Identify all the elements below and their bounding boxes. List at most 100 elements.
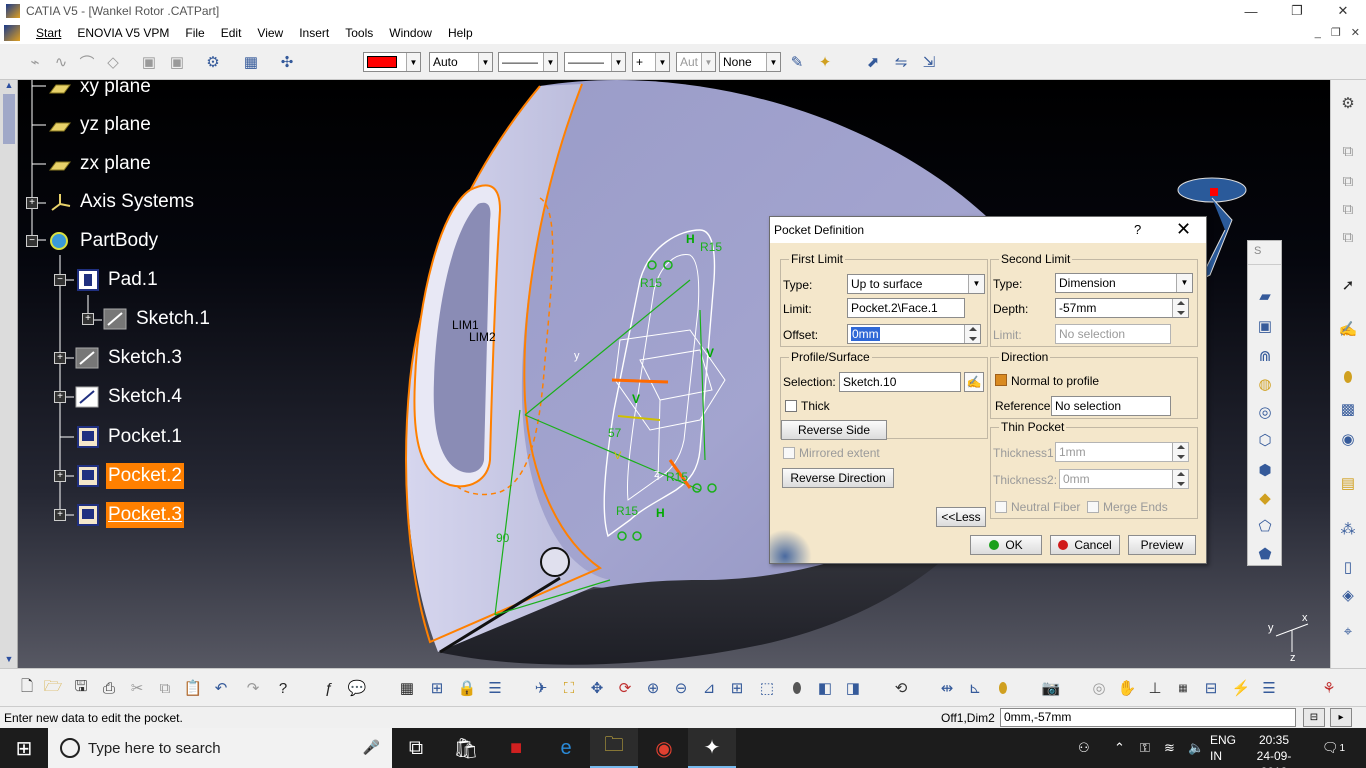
new-file-icon[interactable]: 🗋 bbox=[16, 677, 38, 699]
layer-combo[interactable]: Aut ▼ bbox=[676, 52, 716, 72]
notification-icon[interactable]: 🗨 1 bbox=[1322, 728, 1345, 768]
line-type-combo[interactable]: ——— ▼ bbox=[498, 52, 558, 72]
hierarchy-icon[interactable]: ⊞ bbox=[426, 677, 448, 699]
grid-icon[interactable]: ▦ bbox=[240, 51, 262, 73]
fly-icon[interactable]: ✈ bbox=[530, 677, 552, 699]
second-limit-field[interactable]: No selection bbox=[1055, 324, 1171, 344]
taskbar-search-box[interactable]: Type here to search 🎤 bbox=[48, 728, 392, 768]
formula-icon[interactable]: ƒ bbox=[318, 677, 340, 699]
tree-item-sketch-4[interactable]: Sketch.4 bbox=[74, 382, 184, 412]
tray-chevron-up-icon[interactable]: ⌃ bbox=[1114, 728, 1125, 768]
pan-icon[interactable]: ✥ bbox=[586, 677, 608, 699]
save-icon[interactable]: 🖫 bbox=[70, 677, 92, 699]
cube-grey-icon[interactable]: ▣ bbox=[138, 51, 160, 73]
shaft-tool-icon[interactable]: ⋒ bbox=[1254, 345, 1276, 367]
iso-view-icon[interactable]: ⬚ bbox=[756, 677, 778, 699]
task-view-icon[interactable]: ⧉ bbox=[392, 728, 440, 768]
fit-all-icon[interactable]: ⛶ bbox=[558, 677, 580, 699]
dimension-57-label[interactable]: 57 bbox=[608, 426, 621, 440]
copy-icon[interactable]: ⧉ bbox=[1337, 226, 1359, 248]
axis-triad-icon[interactable]: ⊥ bbox=[1144, 677, 1166, 699]
menu-view[interactable]: View bbox=[249, 22, 291, 44]
tree-item-axis-systems[interactable]: Axis Systems bbox=[46, 187, 196, 217]
reverse-side-button[interactable]: Reverse Side bbox=[781, 420, 887, 440]
swap-visible-icon[interactable]: ◨ bbox=[842, 677, 864, 699]
whats-this-icon[interactable]: ⇲ bbox=[918, 51, 940, 73]
snap-icon[interactable]: ✣ bbox=[276, 51, 298, 73]
expand-icon[interactable]: + bbox=[82, 313, 94, 325]
measure-icon[interactable]: ⌖ bbox=[1337, 620, 1359, 642]
redo-icon[interactable]: ↷ bbox=[242, 677, 264, 699]
measure-between-icon[interactable]: ⇹ bbox=[936, 677, 958, 699]
paste-icon[interactable]: 📋 bbox=[182, 677, 204, 699]
radius-label[interactable]: R15 bbox=[700, 240, 722, 254]
people-icon[interactable]: ⚇ bbox=[1078, 728, 1090, 768]
tree-item-pocket-3[interactable]: Pocket.3 bbox=[74, 500, 184, 530]
edge-browser-icon[interactable]: e bbox=[542, 728, 590, 768]
less-button[interactable]: <<Less bbox=[936, 507, 986, 527]
swap-icon[interactable]: ⇋ bbox=[890, 51, 912, 73]
tree-item-xy-plane[interactable]: xy plane bbox=[46, 80, 153, 102]
tree-item-pocket-2[interactable]: Pocket.2 bbox=[74, 461, 184, 491]
tree-item-pocket-1[interactable]: Pocket.1 bbox=[74, 422, 184, 452]
microphone-icon[interactable]: 🎤 bbox=[363, 739, 380, 756]
scroll-down-icon[interactable]: ▼ bbox=[0, 654, 18, 668]
thickness2-spinner[interactable] bbox=[1172, 470, 1188, 488]
reverse-direction-button[interactable]: Reverse Direction bbox=[782, 468, 894, 488]
scroll-thumb[interactable] bbox=[3, 94, 15, 144]
app-red-icon[interactable]: ■ bbox=[492, 728, 540, 768]
depth-field[interactable]: -57mm bbox=[1055, 298, 1189, 318]
thickness1-spinner[interactable] bbox=[1172, 443, 1188, 461]
offset-spinner[interactable] bbox=[964, 325, 980, 343]
diamond-icon[interactable]: ◈ bbox=[1337, 584, 1359, 606]
power-input-button[interactable]: ⊟ bbox=[1303, 708, 1325, 727]
layers-icon[interactable]: ▤ bbox=[1337, 472, 1359, 494]
first-type-select[interactable]: Up to surface ▼ bbox=[847, 274, 985, 294]
menu-start[interactable]: Start bbox=[28, 22, 69, 44]
tree-item-partbody[interactable]: PartBody bbox=[46, 226, 160, 256]
tree-item-sketch-1[interactable]: Sketch.1 bbox=[102, 304, 212, 334]
curve-icon[interactable]: ∿ bbox=[50, 51, 72, 73]
scroll-up-icon[interactable]: ▲ bbox=[0, 80, 18, 94]
lock-icon[interactable]: 🔒 bbox=[456, 677, 478, 699]
radius-label[interactable]: R15 bbox=[640, 276, 662, 290]
slot-tool-icon[interactable]: ⬢ bbox=[1254, 459, 1276, 481]
cylinder-icon[interactable]: ⬮ bbox=[1337, 366, 1359, 388]
sketch-edit-icon[interactable]: ✍ bbox=[964, 372, 984, 392]
rotate-icon[interactable]: ⟳ bbox=[614, 677, 636, 699]
mass-icon[interactable]: ⬮ bbox=[992, 677, 1014, 699]
menu-edit[interactable]: Edit bbox=[213, 22, 250, 44]
pocket-tool-icon[interactable]: ▣ bbox=[1254, 315, 1276, 337]
dimension-90-label[interactable]: 90 bbox=[496, 531, 509, 545]
shading-icon[interactable]: ⬮ bbox=[786, 677, 808, 699]
power-input-field[interactable]: 0mm,-57mm bbox=[1000, 708, 1296, 727]
hand-icon[interactable]: ✋ bbox=[1116, 677, 1138, 699]
eraser-icon[interactable]: ◇ bbox=[102, 51, 124, 73]
menu-tools[interactable]: Tools bbox=[337, 22, 381, 44]
help-button[interactable]: ? bbox=[1134, 222, 1141, 237]
grid-cube-icon[interactable]: ▩ bbox=[1337, 398, 1359, 420]
copy-icon[interactable]: ⧉ bbox=[154, 677, 176, 699]
start-menu-icon[interactable] bbox=[4, 25, 20, 41]
radius-label[interactable]: R15 bbox=[666, 470, 688, 484]
tree-scrollbar[interactable]: ▲ ▼ bbox=[0, 80, 18, 668]
power-input-options-button[interactable]: ▸ bbox=[1330, 708, 1352, 727]
whats-this-help-icon[interactable]: ? bbox=[272, 677, 294, 699]
expand-icon[interactable]: + bbox=[54, 470, 66, 482]
cursor-icon[interactable]: ➚ bbox=[1337, 274, 1359, 296]
zoom-out-icon[interactable]: ⊖ bbox=[670, 677, 692, 699]
fill-color-combo[interactable]: ▼ bbox=[363, 52, 421, 72]
cut-icon[interactable]: ✂ bbox=[126, 677, 148, 699]
tree-item-yz-plane[interactable]: yz plane bbox=[46, 110, 153, 140]
open-folder-icon[interactable]: 🗁 bbox=[42, 677, 64, 699]
catia-taskbar-icon[interactable]: ✦ bbox=[688, 728, 736, 768]
windows-start-icon[interactable]: ⊞ bbox=[0, 728, 48, 768]
pad-tool-icon[interactable]: ▰ bbox=[1254, 285, 1276, 307]
radius-label[interactable]: R15 bbox=[616, 504, 638, 518]
point-symbol-combo[interactable]: + ▼ bbox=[632, 52, 670, 72]
groove-tool-icon[interactable]: ◍ bbox=[1254, 373, 1276, 395]
first-limit-field[interactable]: Pocket.2\Face.1 bbox=[847, 298, 965, 318]
floating-toolbar-title[interactable]: S bbox=[1248, 241, 1281, 265]
pattern-icon[interactable]: ⁂ bbox=[1337, 518, 1359, 540]
line-thickness-combo[interactable]: ——— ▼ bbox=[564, 52, 626, 72]
